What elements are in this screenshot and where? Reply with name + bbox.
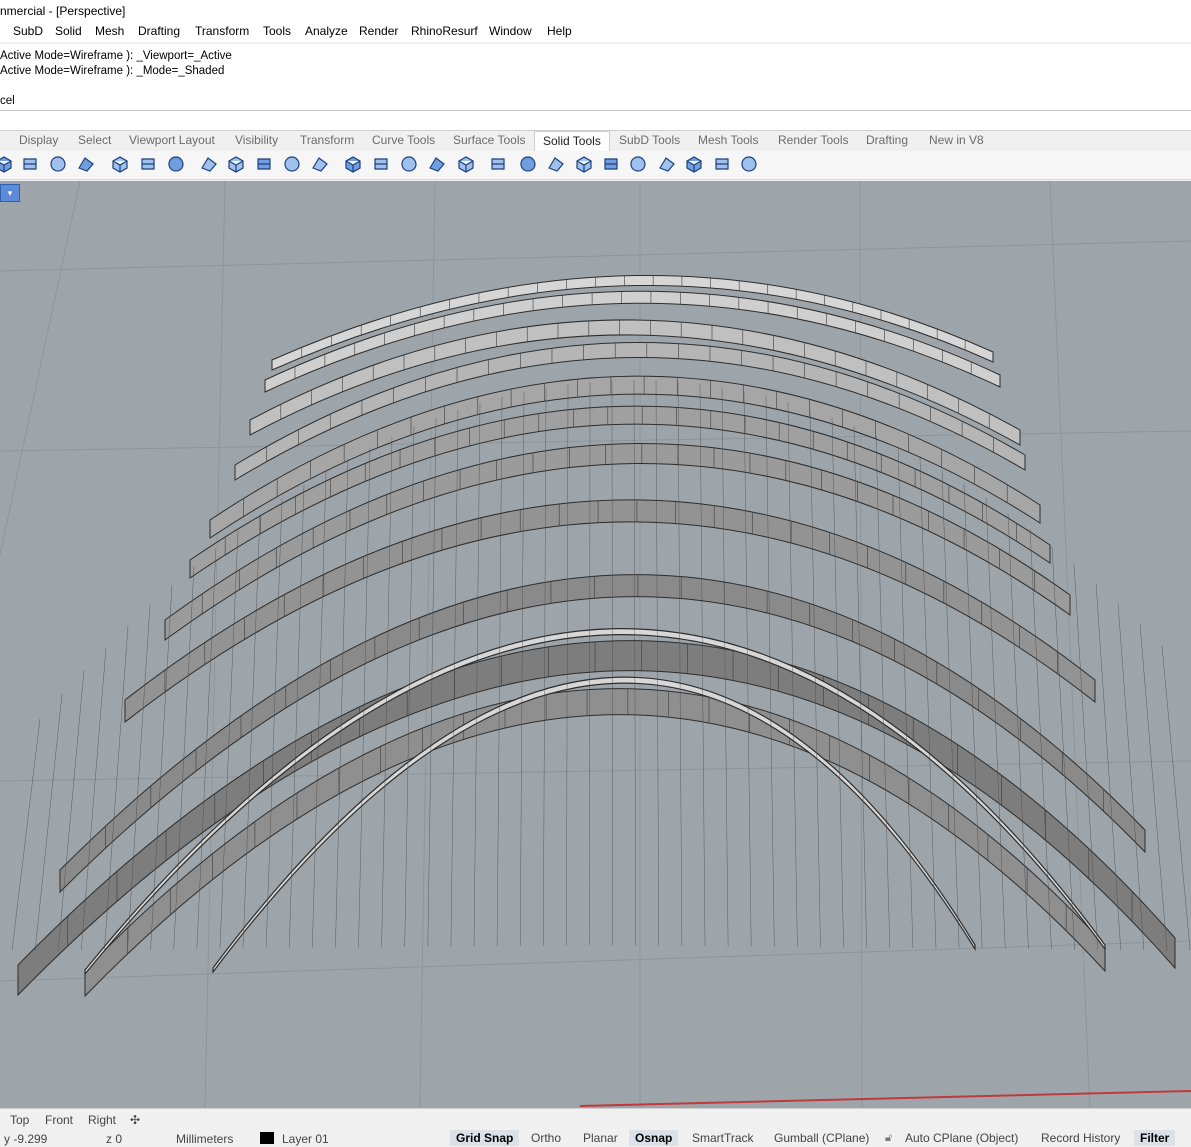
mesh-edge: [34, 694, 63, 951]
toolbar-tabs: Display Select Viewport Layout Visibilit…: [0, 131, 1191, 151]
coordinate-z: z 0: [106, 1132, 123, 1146]
pane-auto-cplane[interactable]: Auto CPlane (Object): [899, 1130, 1024, 1146]
create-solid-icon[interactable]: [488, 154, 508, 174]
menu-drafting[interactable]: Drafting: [138, 24, 180, 38]
pipe-icon[interactable]: [518, 154, 538, 174]
delete-edge-icon[interactable]: [712, 154, 732, 174]
solid-box-icon[interactable]: [48, 154, 68, 174]
boolean-difference-icon[interactable]: [138, 154, 158, 174]
menu-solid[interactable]: Solid: [55, 24, 82, 38]
add-view-tab-icon[interactable]: ✣: [130, 1113, 140, 1127]
pane-filter[interactable]: Filter: [1134, 1130, 1176, 1146]
pane-record-history[interactable]: Record History: [1035, 1130, 1126, 1146]
offset-surface-icon[interactable]: [20, 154, 40, 174]
grid-line: [0, 240, 1191, 272]
pane-osnap[interactable]: Osnap: [629, 1130, 679, 1146]
perspective-viewport[interactable]: ▾: [0, 181, 1191, 1108]
tab-curve-tools[interactable]: Curve Tools: [372, 131, 435, 150]
menu-subd[interactable]: SubD: [13, 24, 43, 38]
title-bar: nmercial - [Perspective]: [0, 0, 1191, 22]
menu-render[interactable]: Render: [359, 24, 398, 38]
ribbon-icon[interactable]: [574, 154, 594, 174]
command-history[interactable]: Active Mode=Wireframe ): _Viewport=_Acti…: [0, 44, 1191, 111]
pane-ortho[interactable]: Ortho: [525, 1130, 567, 1146]
pane-grid-snap[interactable]: Grid Snap: [450, 1130, 520, 1146]
draft-icon[interactable]: [601, 154, 621, 174]
current-layer[interactable]: Layer 01: [282, 1132, 329, 1146]
units-display[interactable]: Millimeters: [176, 1132, 233, 1146]
view-tab-right[interactable]: Right: [88, 1113, 116, 1127]
mesh-grid-2-icon[interactable]: [684, 154, 704, 174]
tab-viewport-layout[interactable]: Viewport Layout: [129, 131, 215, 150]
mesh-edge: [1139, 623, 1168, 951]
menu-rhinoresurf[interactable]: RhinoResurf: [411, 24, 478, 38]
window-title: nmercial - [Perspective]: [0, 4, 126, 18]
menu-help[interactable]: Help: [547, 24, 572, 38]
history-line: Active Mode=Wireframe ): _Mode=_Shaded: [0, 65, 225, 77]
menu-mesh[interactable]: Mesh: [95, 24, 124, 38]
menu-tools[interactable]: Tools: [263, 24, 291, 38]
extrude-surface-icon[interactable]: [0, 154, 14, 174]
coordinate-y: y -9.299: [4, 1132, 48, 1146]
variable-fillet-icon[interactable]: [282, 154, 302, 174]
tab-visibility[interactable]: Visibility: [235, 131, 278, 150]
wirecut-icon[interactable]: [399, 154, 419, 174]
grid-line: [0, 181, 81, 557]
shell-icon[interactable]: [456, 154, 476, 174]
mesh-edge: [589, 381, 591, 946]
tab-display[interactable]: Display: [19, 131, 58, 150]
view-tab-front[interactable]: Front: [45, 1113, 73, 1127]
tab-render-tools[interactable]: Render Tools: [778, 131, 849, 150]
tab-surface-tools[interactable]: Surface Tools: [453, 131, 526, 150]
slab-icon[interactable]: [628, 154, 648, 174]
tab-drafting[interactable]: Drafting: [866, 131, 908, 150]
cap-holes-icon[interactable]: [427, 154, 447, 174]
pane-gumball[interactable]: Gumball (CPlane): [768, 1130, 875, 1146]
tab-new-in-v8[interactable]: New in V8: [929, 131, 984, 150]
grid-line: [1049, 181, 1091, 1108]
command-prompt[interactable]: [0, 111, 1191, 131]
blend-edge-icon[interactable]: [254, 154, 274, 174]
move-face-icon[interactable]: [310, 154, 330, 174]
grid-line: [0, 940, 1191, 982]
history-line: cel: [0, 95, 15, 107]
tab-select[interactable]: Select: [78, 131, 111, 150]
tab-solid-tools[interactable]: Solid Tools: [534, 131, 610, 151]
x-axis-line: [579, 1090, 1191, 1107]
boolean-union-icon[interactable]: [110, 154, 130, 174]
layer-color-swatch[interactable]: [260, 1132, 274, 1144]
bucket-icon[interactable]: [739, 154, 759, 174]
tab-subd-tools[interactable]: SubD Tools: [619, 131, 680, 150]
mesh-edge: [1073, 564, 1098, 950]
fillet-edge-icon[interactable]: [199, 154, 219, 174]
taper-icon[interactable]: [546, 154, 566, 174]
history-line: Active Mode=Wireframe ): _Viewport=_Acti…: [0, 50, 232, 62]
chamfer-edge-icon[interactable]: [226, 154, 246, 174]
solid-tools-toolbar: [0, 151, 1191, 180]
mesh-edge: [1161, 645, 1191, 951]
viewport-canvas[interactable]: [0, 181, 1191, 1108]
extract-surface-icon[interactable]: [343, 154, 363, 174]
view-tab-top[interactable]: Top: [10, 1113, 29, 1127]
solid-network-icon[interactable]: [76, 154, 96, 174]
menu-window[interactable]: Window: [489, 24, 532, 38]
menu-analyze[interactable]: Analyze: [305, 24, 348, 38]
menu-transform[interactable]: Transform: [195, 24, 249, 38]
lock-icon: 🔓︎: [885, 1132, 893, 1144]
pane-planar[interactable]: Planar: [577, 1130, 624, 1146]
boolean-intersection-icon[interactable]: [166, 154, 186, 174]
viewport-tabs: Top Front Right ✣: [0, 1108, 1191, 1131]
viewport-title-dropdown[interactable]: ▾: [0, 184, 20, 202]
mesh-grid-icon[interactable]: [657, 154, 677, 174]
pane-smarttrack[interactable]: SmartTrack: [686, 1130, 760, 1146]
menu-bar: SubD Solid Mesh Drafting Transform Tools…: [0, 22, 1191, 42]
status-bar: y -9.299 z 0 Millimeters Layer 01 Grid S…: [0, 1130, 1191, 1146]
tab-mesh-tools[interactable]: Mesh Tools: [698, 131, 758, 150]
mesh-edge: [11, 718, 41, 951]
tab-transform[interactable]: Transform: [300, 131, 354, 150]
split-solid-icon[interactable]: [371, 154, 391, 174]
